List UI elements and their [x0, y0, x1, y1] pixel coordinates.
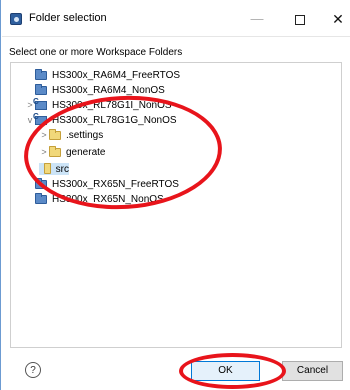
window-title: Folder selection: [29, 12, 107, 24]
maximize-button[interactable]: [285, 8, 315, 30]
tree-row-hs300x-rx65n-freertos[interactable]: HS300x_RX65N_FreeRTOS: [25, 177, 179, 190]
tree-twisty: [25, 84, 35, 96]
chevron-right-icon[interactable]: >: [39, 129, 49, 141]
tree-item-label: src: [55, 163, 69, 175]
tree-item-label: HS300x_RA6M4_NonOS: [52, 84, 165, 96]
tree-row-hs300x-rl78g1g-nonos[interactable]: v HS300x_RL78G1G_NonOS: [25, 112, 177, 126]
tree-row-hs300x-rl78g1i-nonos[interactable]: > HS300x_RL78G1I_NonOS: [25, 97, 172, 111]
folder-selection-dialog: Folder selection — ✕ Select one or more …: [0, 0, 350, 390]
title-bar: Folder selection — ✕: [1, 0, 350, 36]
help-button[interactable]: ?: [25, 362, 41, 378]
tree-item-label: HS300x_RL78G1I_NonOS: [52, 99, 172, 111]
project-folder-icon: [35, 177, 47, 189]
tree-item-label: HS300x_RA6M4_FreeRTOS: [52, 69, 181, 81]
tree-twisty: [25, 193, 35, 205]
instruction-label: Select one or more Workspace Folders: [9, 47, 183, 58]
folder-icon: [49, 128, 61, 140]
project-folder-icon: [35, 68, 47, 80]
tree-item-label: HS300x_RL78G1G_NonOS: [52, 114, 177, 126]
tree-row-settings[interactable]: > .settings: [39, 128, 104, 141]
tree-twisty: [25, 178, 35, 190]
tree-item-label: HS300x_RX65N_NonOS: [52, 193, 164, 205]
maximize-icon: [295, 14, 305, 25]
cancel-button[interactable]: Cancel: [282, 361, 343, 381]
tree-row-src[interactable]: src: [39, 162, 69, 175]
workspace-folder-tree[interactable]: HS300x_RA6M4_FreeRTOS HS300x_RA6M4_NonOS…: [10, 62, 342, 348]
tree-twisty: [25, 69, 35, 81]
title-separator: [2, 36, 350, 37]
project-folder-icon: [35, 192, 47, 204]
minimize-button[interactable]: —: [242, 8, 272, 30]
chevron-right-icon[interactable]: >: [39, 146, 49, 158]
ok-button[interactable]: OK: [191, 361, 260, 381]
tree-item-label: generate: [66, 146, 106, 158]
eclipse-app-icon: [10, 13, 22, 25]
close-button[interactable]: ✕: [323, 8, 350, 30]
tree-item-label: HS300x_RX65N_FreeRTOS: [52, 178, 179, 190]
c-project-icon: [33, 112, 47, 125]
tree-item-label: .settings: [66, 129, 104, 141]
tree-row-hs300x-ra6m4-freertos[interactable]: HS300x_RA6M4_FreeRTOS: [25, 68, 181, 81]
tree-row-hs300x-rx65n-nonos[interactable]: HS300x_RX65N_NonOS: [25, 192, 164, 205]
folder-icon: [43, 162, 51, 174]
project-folder-icon: [35, 83, 47, 95]
tree-row-generate[interactable]: > generate: [39, 145, 106, 158]
folder-icon: [49, 145, 61, 157]
tree-row-hs300x-ra6m4-nonos[interactable]: HS300x_RA6M4_NonOS: [25, 83, 165, 96]
c-project-icon: [33, 97, 47, 110]
